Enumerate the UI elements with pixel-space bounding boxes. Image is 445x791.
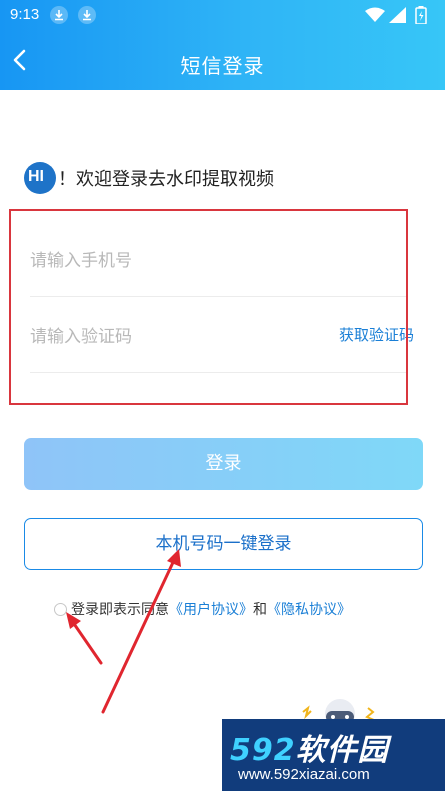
status-time: 9:13: [10, 6, 40, 23]
signal-icon: [389, 7, 406, 23]
download-icon: [78, 6, 96, 24]
download-icon: [50, 6, 68, 24]
hi-badge-icon: HI: [24, 162, 56, 194]
system-icons: [365, 6, 435, 24]
agreement-row: 登录即表示同意 《用户协议》 和 《隐私协议》: [54, 600, 351, 618]
watermark-brand: 软件园: [295, 733, 389, 768]
battery-icon: [415, 6, 427, 24]
page-title: 短信登录: [180, 54, 265, 78]
login-button[interactable]: 登录: [24, 438, 423, 490]
arrow-to-checkbox: [66, 612, 103, 665]
annotation-highlight-box: [9, 209, 408, 405]
nav-bar: 短信登录: [0, 30, 445, 90]
watermark-url: www.592xiazai.com: [238, 766, 370, 783]
greeting: HI ！欢迎登录去水印提取视频: [24, 162, 274, 194]
agree-checkbox[interactable]: [54, 602, 67, 616]
privacy-agreement-link[interactable]: 《隐私协议》: [267, 599, 351, 619]
status-bar: 9:13: [0, 0, 445, 30]
one-key-login-button[interactable]: 本机号码一键登录: [24, 518, 423, 570]
watermark-logo: 592软件园 www.592xiazai.com: [222, 719, 445, 791]
arrow-to-one-key-button: [101, 549, 181, 714]
agreement-prefix: 登录即表示同意: [71, 602, 169, 618]
watermark-number: 592: [230, 733, 296, 768]
greeting-text: ！欢迎登录去水印提取视频: [58, 169, 274, 190]
wifi-icon: [365, 7, 385, 22]
user-agreement-link[interactable]: 《用户协议》: [169, 599, 253, 619]
hi-badge-text: HI: [28, 168, 44, 185]
agreement-and: 和: [253, 602, 267, 618]
